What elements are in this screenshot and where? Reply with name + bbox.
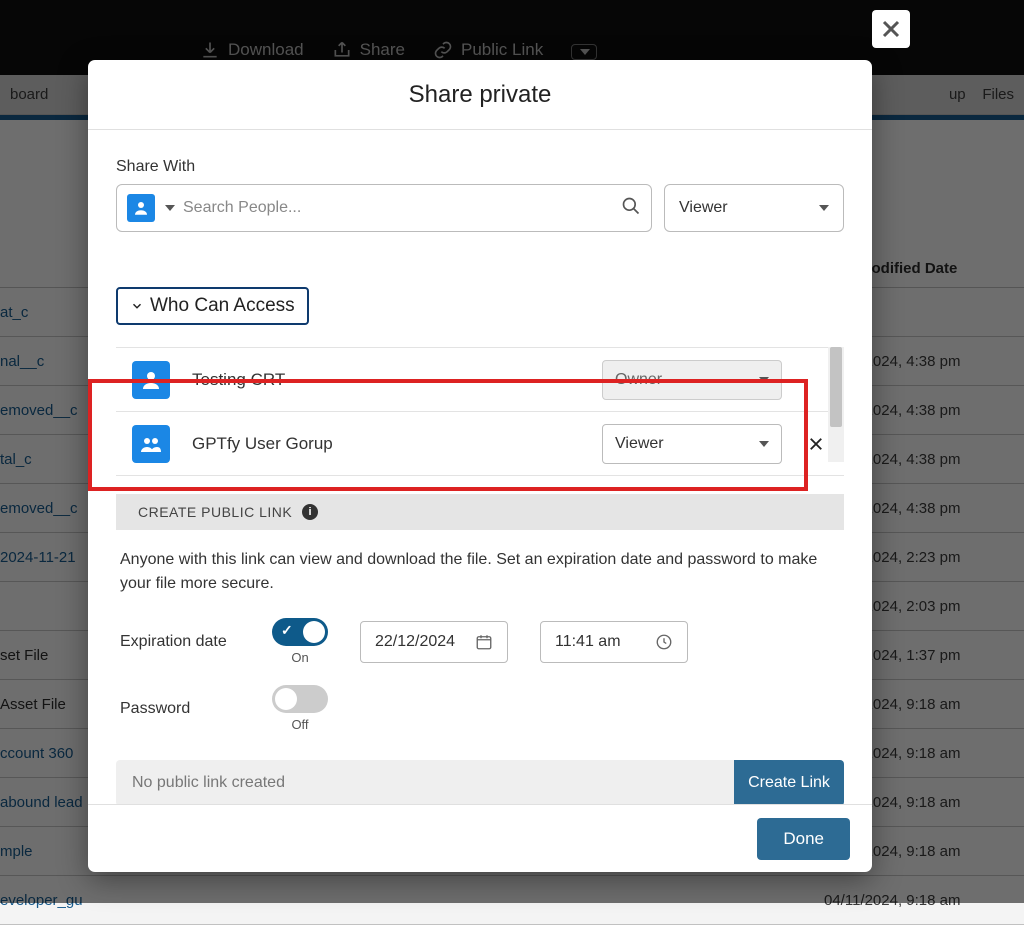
modal-title: Share private xyxy=(409,81,552,109)
toggle-on-text: On xyxy=(291,650,308,665)
modal-footer: Done xyxy=(88,804,872,872)
search-icon[interactable] xyxy=(621,196,641,221)
access-row: GPTfy User Gorup Viewer xyxy=(116,412,844,476)
access-scrollbar[interactable] xyxy=(828,347,844,462)
user-avatar-icon xyxy=(132,361,170,399)
expiration-label: Expiration date xyxy=(120,633,240,651)
group-avatar-icon xyxy=(132,425,170,463)
access-name: Testing CRT xyxy=(192,370,580,390)
access-role-select: Owner xyxy=(602,360,782,400)
close-button[interactable] xyxy=(872,10,910,48)
expiration-toggle[interactable] xyxy=(272,618,328,646)
toggle-off-text: Off xyxy=(291,717,308,732)
who-can-access-toggle[interactable]: Who Can Access xyxy=(116,287,309,325)
public-link-display: No public link created xyxy=(116,760,734,804)
create-link-button[interactable]: Create Link xyxy=(734,760,844,804)
search-people-box[interactable] xyxy=(116,184,652,232)
modal-header: Share private xyxy=(88,60,872,130)
public-link-description: Anyone with this link can view and downl… xyxy=(116,530,844,608)
role-select[interactable]: Viewer xyxy=(664,184,844,232)
access-row: Testing CRT Owner xyxy=(116,348,844,412)
password-toggle[interactable] xyxy=(272,685,328,713)
clock-icon xyxy=(655,633,673,651)
remove-access-button[interactable] xyxy=(804,435,828,453)
info-icon[interactable]: i xyxy=(302,504,318,520)
chevron-down-icon xyxy=(819,205,829,211)
share-modal: Share private Share With Viewer Who Can xyxy=(88,60,872,872)
access-list: Testing CRT Owner GPTfy User Gorup Viewe… xyxy=(116,347,844,476)
password-label: Password xyxy=(120,700,240,718)
expiration-time-input[interactable]: 11:41 am xyxy=(540,621,688,663)
access-role-select[interactable]: Viewer xyxy=(602,424,782,464)
expiration-date-input[interactable]: 22/12/2024 xyxy=(360,621,508,663)
chevron-down-icon[interactable] xyxy=(165,205,175,211)
calendar-icon xyxy=(475,633,493,651)
access-name: GPTfy User Gorup xyxy=(192,434,580,454)
person-type-icon[interactable] xyxy=(127,194,155,222)
search-input[interactable] xyxy=(183,199,613,217)
share-with-label: Share With xyxy=(116,158,844,176)
public-link-header: CREATE PUBLIC LINK i xyxy=(116,494,844,530)
done-button[interactable]: Done xyxy=(757,818,850,860)
